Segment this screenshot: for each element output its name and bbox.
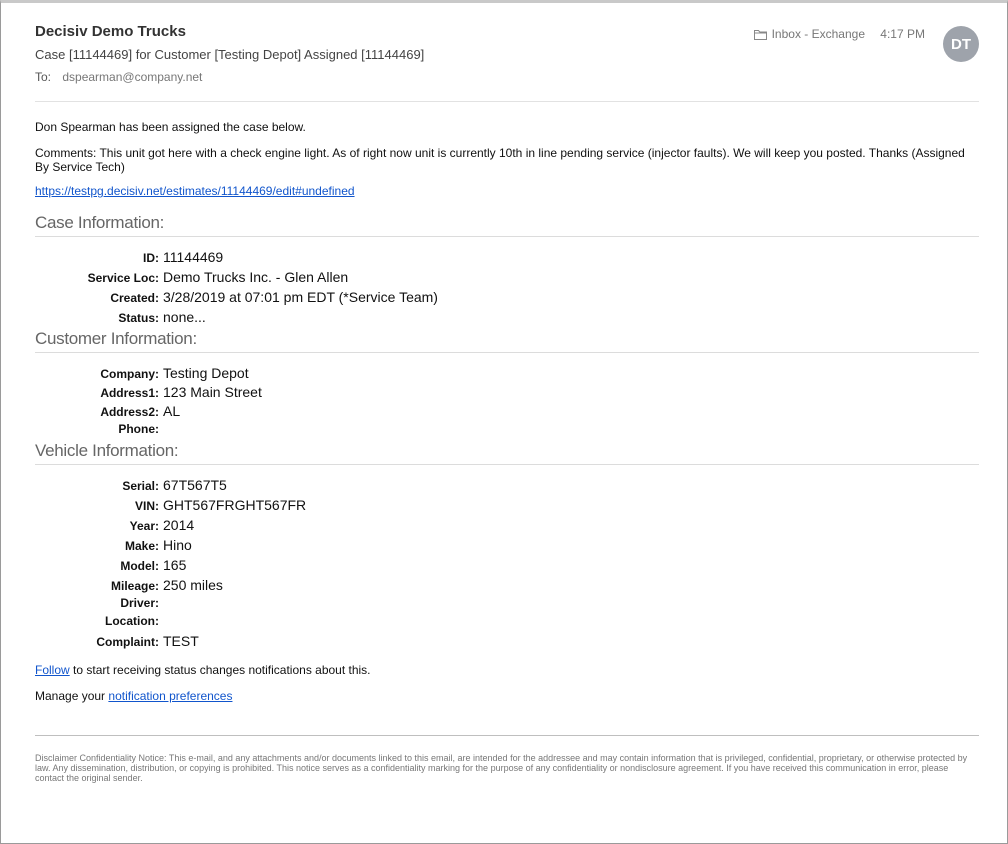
field-value: 250 miles (163, 577, 223, 593)
case-comments: Comments: This unit got here with a chec… (35, 146, 965, 174)
field-value: 2014 (163, 517, 195, 533)
field-value: 11144469 (163, 249, 224, 265)
field-label: Service Loc: (87, 271, 159, 285)
address1-field: Address1: 123 Main Street (35, 384, 595, 400)
field-value: AL (163, 403, 181, 419)
serial-field: Serial: 67T567T5 (35, 477, 595, 493)
phone-field: Phone: (35, 422, 595, 436)
field-value: 67T567T5 (163, 477, 227, 493)
assignment-line: Don Spearman has been assigned the case … (35, 120, 306, 134)
field-value: 165 (163, 557, 187, 573)
created-field: Created: 3/28/2019 at 07:01 pm EDT (*Ser… (35, 289, 595, 305)
field-value: 123 Main Street (163, 384, 262, 400)
confidentiality-disclaimer: Disclaimer Confidentiality Notice: This … (35, 753, 968, 783)
driver-field: Driver: (35, 596, 595, 610)
field-label: Year: (129, 519, 159, 533)
email-subject: Case [11144469] for Customer [Testing De… (35, 47, 425, 62)
field-label: Created: (110, 291, 159, 305)
email-header: Decisiv Demo Trucks Case [11144469] for … (35, 3, 979, 102)
model-field: Model: 165 (35, 557, 595, 573)
follow-link[interactable]: Follow (35, 663, 70, 677)
follow-notice: Follow to start receiving status changes… (35, 663, 371, 677)
footer-divider (35, 735, 979, 736)
to-label: To: (35, 70, 52, 84)
vehicle-information-heading: Vehicle Information: (35, 441, 979, 465)
follow-text: to start receiving status changes notifi… (69, 663, 371, 677)
address2-field: Address2: AL (35, 403, 595, 419)
location-field: Location: (35, 614, 595, 628)
field-label: ID: (143, 251, 159, 265)
field-value: GHT567FRGHT567FR (163, 497, 307, 513)
customer-information-heading: Customer Information: (35, 329, 979, 353)
field-label: Model: (120, 559, 159, 573)
field-label: Address2: (100, 405, 159, 419)
notification-preferences-link[interactable]: notification preferences (108, 689, 232, 703)
field-value: Demo Trucks Inc. - Glen Allen (163, 269, 349, 285)
manage-text: Manage your (35, 689, 109, 703)
assignee-name: Don Spearman (35, 120, 116, 134)
manage-preferences-line: Manage your notification preferences (35, 689, 232, 703)
field-label: Address1: (100, 386, 159, 400)
folder-indicator[interactable]: Inbox - Exchange (753, 27, 865, 41)
service-location-field: Service Loc: Demo Trucks Inc. - Glen All… (35, 269, 595, 285)
sender-avatar[interactable]: DT (943, 26, 979, 62)
folder-icon (753, 29, 767, 40)
recipient-address[interactable]: dspearman@company.net (62, 70, 202, 84)
received-time: 4:17 PM (880, 27, 925, 41)
case-link[interactable]: https://testpg.decisiv.net/estimates/111… (35, 184, 355, 198)
field-label: Serial: (122, 479, 159, 493)
assignment-text: has been assigned the case below. (115, 120, 306, 134)
field-label: Status: (118, 311, 159, 325)
field-value: Testing Depot (163, 365, 249, 381)
field-label: VIN: (135, 499, 159, 513)
field-value: TEST (163, 633, 199, 649)
case-information-heading: Case Information: (35, 213, 979, 237)
field-label: Mileage: (110, 579, 159, 593)
status-field: Status: none... (35, 309, 595, 325)
field-label: Location: (105, 614, 159, 628)
field-label: Complaint: (96, 635, 159, 649)
company-field: Company: Testing Depot (35, 365, 595, 381)
field-label: Phone: (118, 422, 159, 436)
mileage-field: Mileage: 250 miles (35, 577, 595, 593)
field-label: Driver: (120, 596, 159, 610)
recipient-row: To: dspearman@company.net (35, 70, 202, 84)
complaint-field: Complaint: TEST (35, 633, 595, 649)
make-field: Make: Hino (35, 537, 595, 553)
case-id-field: ID: 11144469 (35, 249, 595, 265)
field-value: 3/28/2019 at 07:01 pm EDT (*Service Team… (163, 289, 438, 305)
field-label: Company: (100, 367, 159, 381)
email-window: Decisiv Demo Trucks Case [11144469] for … (0, 0, 1008, 844)
field-value: none... (163, 309, 206, 325)
sender-name: Decisiv Demo Trucks (35, 23, 186, 40)
vin-field: VIN: GHT567FRGHT567FR (35, 497, 595, 513)
field-label: Make: (124, 539, 159, 553)
field-value: Hino (163, 537, 192, 553)
folder-name: Inbox - Exchange (771, 27, 865, 41)
year-field: Year: 2014 (35, 517, 595, 533)
